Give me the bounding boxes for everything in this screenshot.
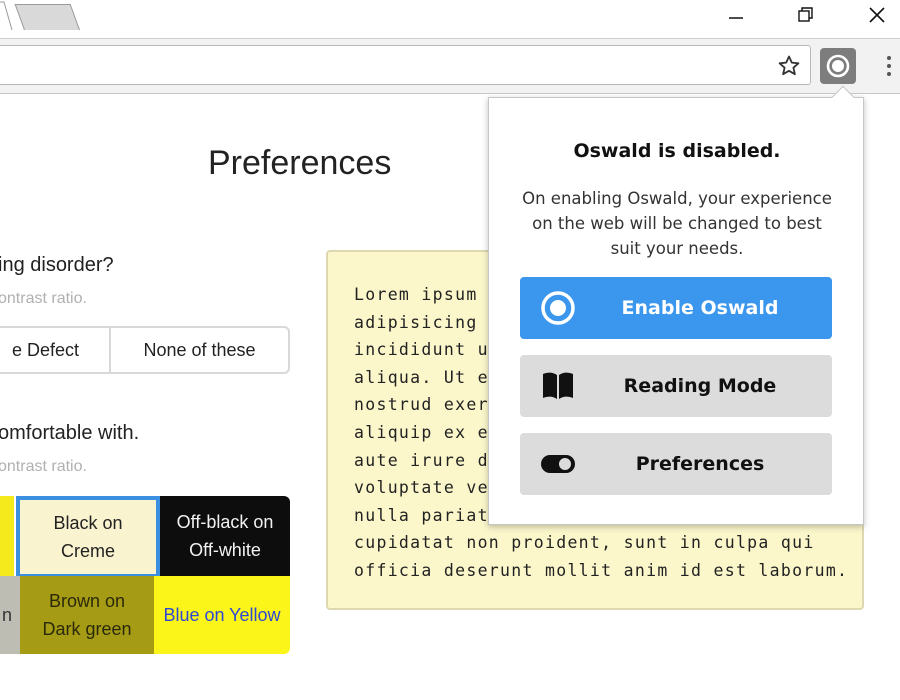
bookmark-button[interactable] [776, 53, 802, 79]
question-comfortable-colors: omfortable with. [0, 422, 140, 444]
swatch-brown-on-dark-green[interactable]: Brown on Dark green [20, 576, 154, 654]
minimize-icon [729, 17, 743, 19]
tab-edge [0, 1, 13, 30]
option-none-of-these[interactable]: None of these [111, 328, 288, 372]
browser-menu-button[interactable] [878, 51, 900, 81]
kebab-menu-icon [887, 56, 891, 60]
popup-description: On enabling Oswald, your experience on t… [522, 189, 832, 258]
swatch-label-line1: Brown on [48, 591, 126, 611]
question2-hint: ontrast ratio. [0, 458, 87, 475]
preferences-button[interactable]: Preferences [520, 433, 832, 495]
new-tab-button[interactable] [14, 4, 80, 30]
color-scheme-swatches: Black on Creme Off-black on Off-white n … [0, 496, 290, 654]
swatch-label: Blue on Yellow [163, 605, 281, 625]
option-defect[interactable]: e Defect [0, 328, 111, 372]
swatch-offblack-on-offwhite[interactable]: Off-black on Off-white [160, 496, 290, 576]
question-reading-disorder: ing disorder? [0, 254, 114, 276]
star-icon [778, 55, 800, 76]
address-bar[interactable] [0, 45, 811, 85]
close-window-button[interactable] [854, 0, 900, 30]
enable-oswald-button[interactable]: Enable Oswald [520, 277, 832, 339]
swatch-label-line1: Black on [53, 513, 123, 533]
swatch-label-line2: Off-white [189, 540, 261, 560]
oswald-extension-button[interactable] [820, 48, 856, 84]
minimize-button[interactable] [713, 0, 759, 30]
swatch-black-on-creme[interactable]: Black on Creme [16, 496, 160, 578]
oswald-popup: Oswald is disabled. On enabling Oswald, … [488, 85, 864, 525]
reading-mode-button[interactable]: Reading Mode [520, 355, 832, 417]
swatch-label-line2: Creme [60, 541, 115, 561]
reading-mode-label: Reading Mode [623, 375, 777, 397]
browser-toolbar [0, 38, 900, 94]
popup-title: Oswald is disabled. [573, 140, 781, 162]
swatch-yellow[interactable] [0, 496, 14, 576]
page-title: Preferences [208, 144, 392, 182]
restore-button[interactable] [783, 0, 829, 30]
oswald-icon [826, 54, 850, 78]
browser-titlebar [0, 0, 900, 38]
swatch-blue-on-yellow[interactable]: Blue on Yellow [154, 576, 290, 654]
disorder-options: e Defect None of these [0, 326, 290, 374]
sample-line: cupidatat non proident, sunt in culpa qu… [354, 533, 815, 553]
swatch-label-line2: Dark green [42, 619, 132, 639]
preferences-label: Preferences [635, 453, 765, 475]
swatch-gray[interactable]: n [0, 576, 20, 654]
swatch-label: n [1, 605, 12, 625]
restore-icon [798, 7, 813, 22]
sample-line: officia deserunt mollit anim id est labo… [354, 560, 849, 580]
question1-hint: ontrast ratio. [0, 290, 87, 307]
close-icon [869, 7, 885, 23]
swatch-label-line1: Off-black on [176, 512, 274, 532]
enable-oswald-label: Enable Oswald [621, 297, 779, 319]
